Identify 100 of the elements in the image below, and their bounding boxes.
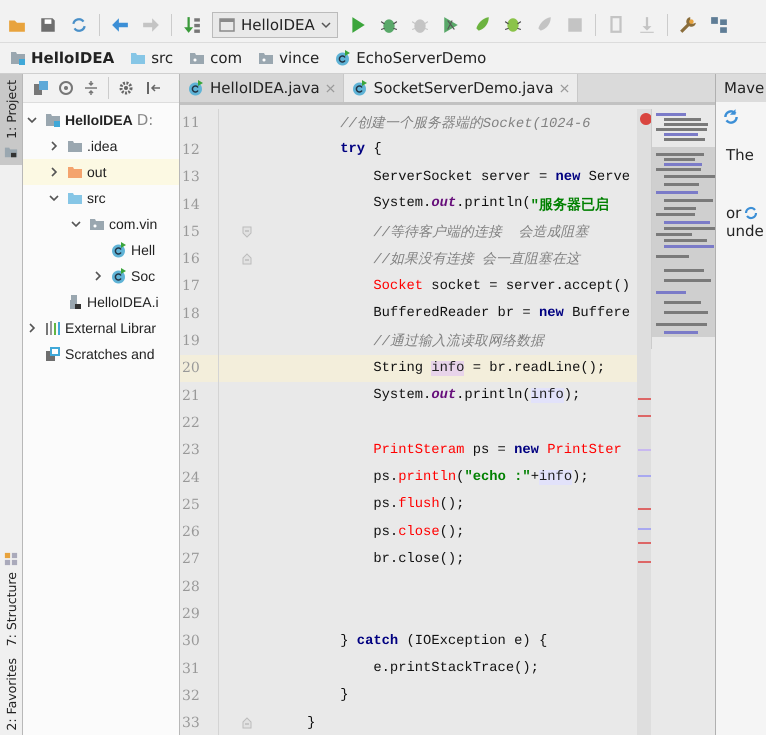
tree-item-label: External Librar — [65, 320, 156, 336]
folder-icon — [67, 138, 83, 154]
left-arrow-icon — [111, 16, 129, 34]
tree-item-label: HelloIDEA — [65, 112, 133, 128]
path-hint: D: — [136, 111, 154, 129]
tree-item[interactable]: External Librar — [23, 315, 179, 341]
chevron-down-icon[interactable] — [71, 219, 81, 229]
class-icon — [111, 242, 127, 258]
tree-item[interactable]: Soc — [23, 263, 179, 289]
chevron-right-icon[interactable] — [27, 323, 37, 333]
tree-item[interactable]: HelloIDEA D: — [23, 107, 179, 133]
code-line: PrintSteram ps = new PrintSter — [372, 442, 622, 458]
tree-item[interactable]: Scratches and — [23, 341, 179, 367]
code-line: ServerSocket server = new Serve — [372, 170, 630, 185]
class-icon — [335, 50, 352, 66]
tree-item-label: Scratches and — [65, 346, 154, 362]
tree-item-label: Soc — [131, 268, 156, 284]
tree-item-label: Hell — [131, 242, 156, 258]
right-arrow-icon — [142, 16, 160, 34]
wrench-icon — [678, 16, 697, 34]
code-line: } — [339, 688, 349, 704]
code-line: Socket socket = server.accept() — [372, 278, 630, 294]
chevron-down-icon — [320, 20, 331, 30]
scroll-from-source-icon[interactable] — [33, 80, 49, 96]
tree-item[interactable]: HelloIDEA.i — [23, 289, 179, 315]
line-number: 32 — [181, 688, 201, 704]
line-number: 18 — [181, 306, 201, 322]
class-icon — [188, 80, 204, 96]
class-icon — [352, 80, 368, 96]
tree-item[interactable]: Hell — [23, 237, 179, 263]
code-line: ps.println("echo :"+info); — [372, 470, 589, 485]
breadcrumb[interactable]: EchoServerDemo — [331, 43, 498, 73]
line-number: 26 — [181, 524, 201, 540]
line-number: 23 — [181, 442, 201, 458]
line-number: 15 — [181, 224, 201, 240]
package-folder-icon — [189, 50, 206, 66]
line-number: 16 — [181, 251, 201, 268]
line-number: 29 — [181, 606, 201, 622]
breadcrumb[interactable]: src — [126, 43, 186, 73]
line-number: 21 — [181, 388, 201, 404]
code-line: //等待客户端的连接 会造成阻塞 — [372, 223, 588, 241]
tree-item[interactable]: out — [23, 159, 179, 185]
tool-window-tab[interactable]: 1: Project — [0, 74, 22, 165]
tree-item[interactable]: src — [23, 185, 179, 211]
refresh-icon[interactable] — [722, 108, 740, 126]
sync-icon — [70, 16, 88, 34]
module-folder-icon — [10, 50, 26, 66]
line-number: 12 — [181, 142, 201, 158]
editor-tab[interactable]: HelloIDEA.java — [180, 74, 344, 102]
chevron-down-icon[interactable] — [49, 193, 59, 203]
code-line: //如果没有连接 会一直阻塞在这 — [372, 250, 580, 268]
grid-icon — [710, 16, 728, 34]
code-line: e.printStackTrace(); — [372, 661, 539, 676]
code-line: br.close(); — [372, 552, 464, 567]
chevron-right-icon[interactable] — [93, 271, 103, 281]
package-folder-icon — [258, 50, 274, 66]
code-line: String info = br.readLine(); — [372, 360, 606, 376]
download-icon — [638, 16, 656, 34]
hide-panel-icon[interactable] — [145, 80, 161, 96]
module-folder-icon — [45, 112, 61, 128]
tool-window-tab[interactable]: 2: Favorites — [0, 652, 22, 735]
bug-icon — [504, 16, 522, 34]
code-line: //创建一个服务器端的Socket(1024-6 — [339, 114, 590, 132]
tree-item[interactable]: com.vin — [23, 211, 179, 237]
breadcrumb[interactable]: com — [185, 43, 254, 73]
line-number: 30 — [181, 633, 201, 650]
target-icon[interactable] — [58, 80, 74, 96]
window-icon — [219, 17, 235, 33]
chevron-down-icon[interactable] — [27, 115, 37, 125]
tree-item[interactable]: .idea — [23, 133, 179, 159]
close-icon[interactable] — [560, 84, 569, 92]
breadcrumb[interactable]: HelloIDEA — [6, 43, 126, 73]
fold-marker-icon[interactable] — [242, 717, 252, 730]
folder-icon — [67, 190, 83, 206]
tree-item-label: out — [87, 164, 106, 180]
line-number: 28 — [181, 578, 201, 595]
fold-marker-icon[interactable] — [242, 226, 252, 238]
line-number: 24 — [181, 470, 201, 486]
line-number: 25 — [181, 496, 201, 513]
code-line: ps.close(); — [372, 524, 464, 540]
code-line: ps.flush(); — [372, 497, 464, 512]
chevron-right-icon[interactable] — [49, 167, 59, 177]
tree-item-label: src — [87, 190, 106, 206]
line-number: 31 — [181, 660, 201, 677]
breadcrumb[interactable]: vince — [254, 43, 332, 73]
fold-marker-icon[interactable] — [242, 253, 252, 266]
tree-item-label: HelloIDEA.i — [87, 294, 159, 310]
run-configuration-dropdown[interactable]: HelloIDEA — [212, 12, 338, 38]
tree-item-label: com.vin — [109, 216, 158, 232]
collapse-icon[interactable] — [83, 80, 99, 96]
chevron-right-icon[interactable] — [49, 141, 59, 151]
panel-text: The — [726, 146, 754, 164]
code-line: System.out.println(info); — [372, 388, 580, 404]
line-number: 33 — [181, 715, 201, 732]
code-line: } catch (IOException e) { — [339, 634, 548, 649]
line-number: 14 — [181, 196, 201, 213]
tool-window-tab[interactable]: 7: Structure — [0, 546, 22, 652]
file-icon — [67, 294, 83, 310]
editor-tab[interactable]: SocketServerDemo.java — [344, 74, 578, 102]
panel-title[interactable]: Mave — [716, 74, 766, 102]
